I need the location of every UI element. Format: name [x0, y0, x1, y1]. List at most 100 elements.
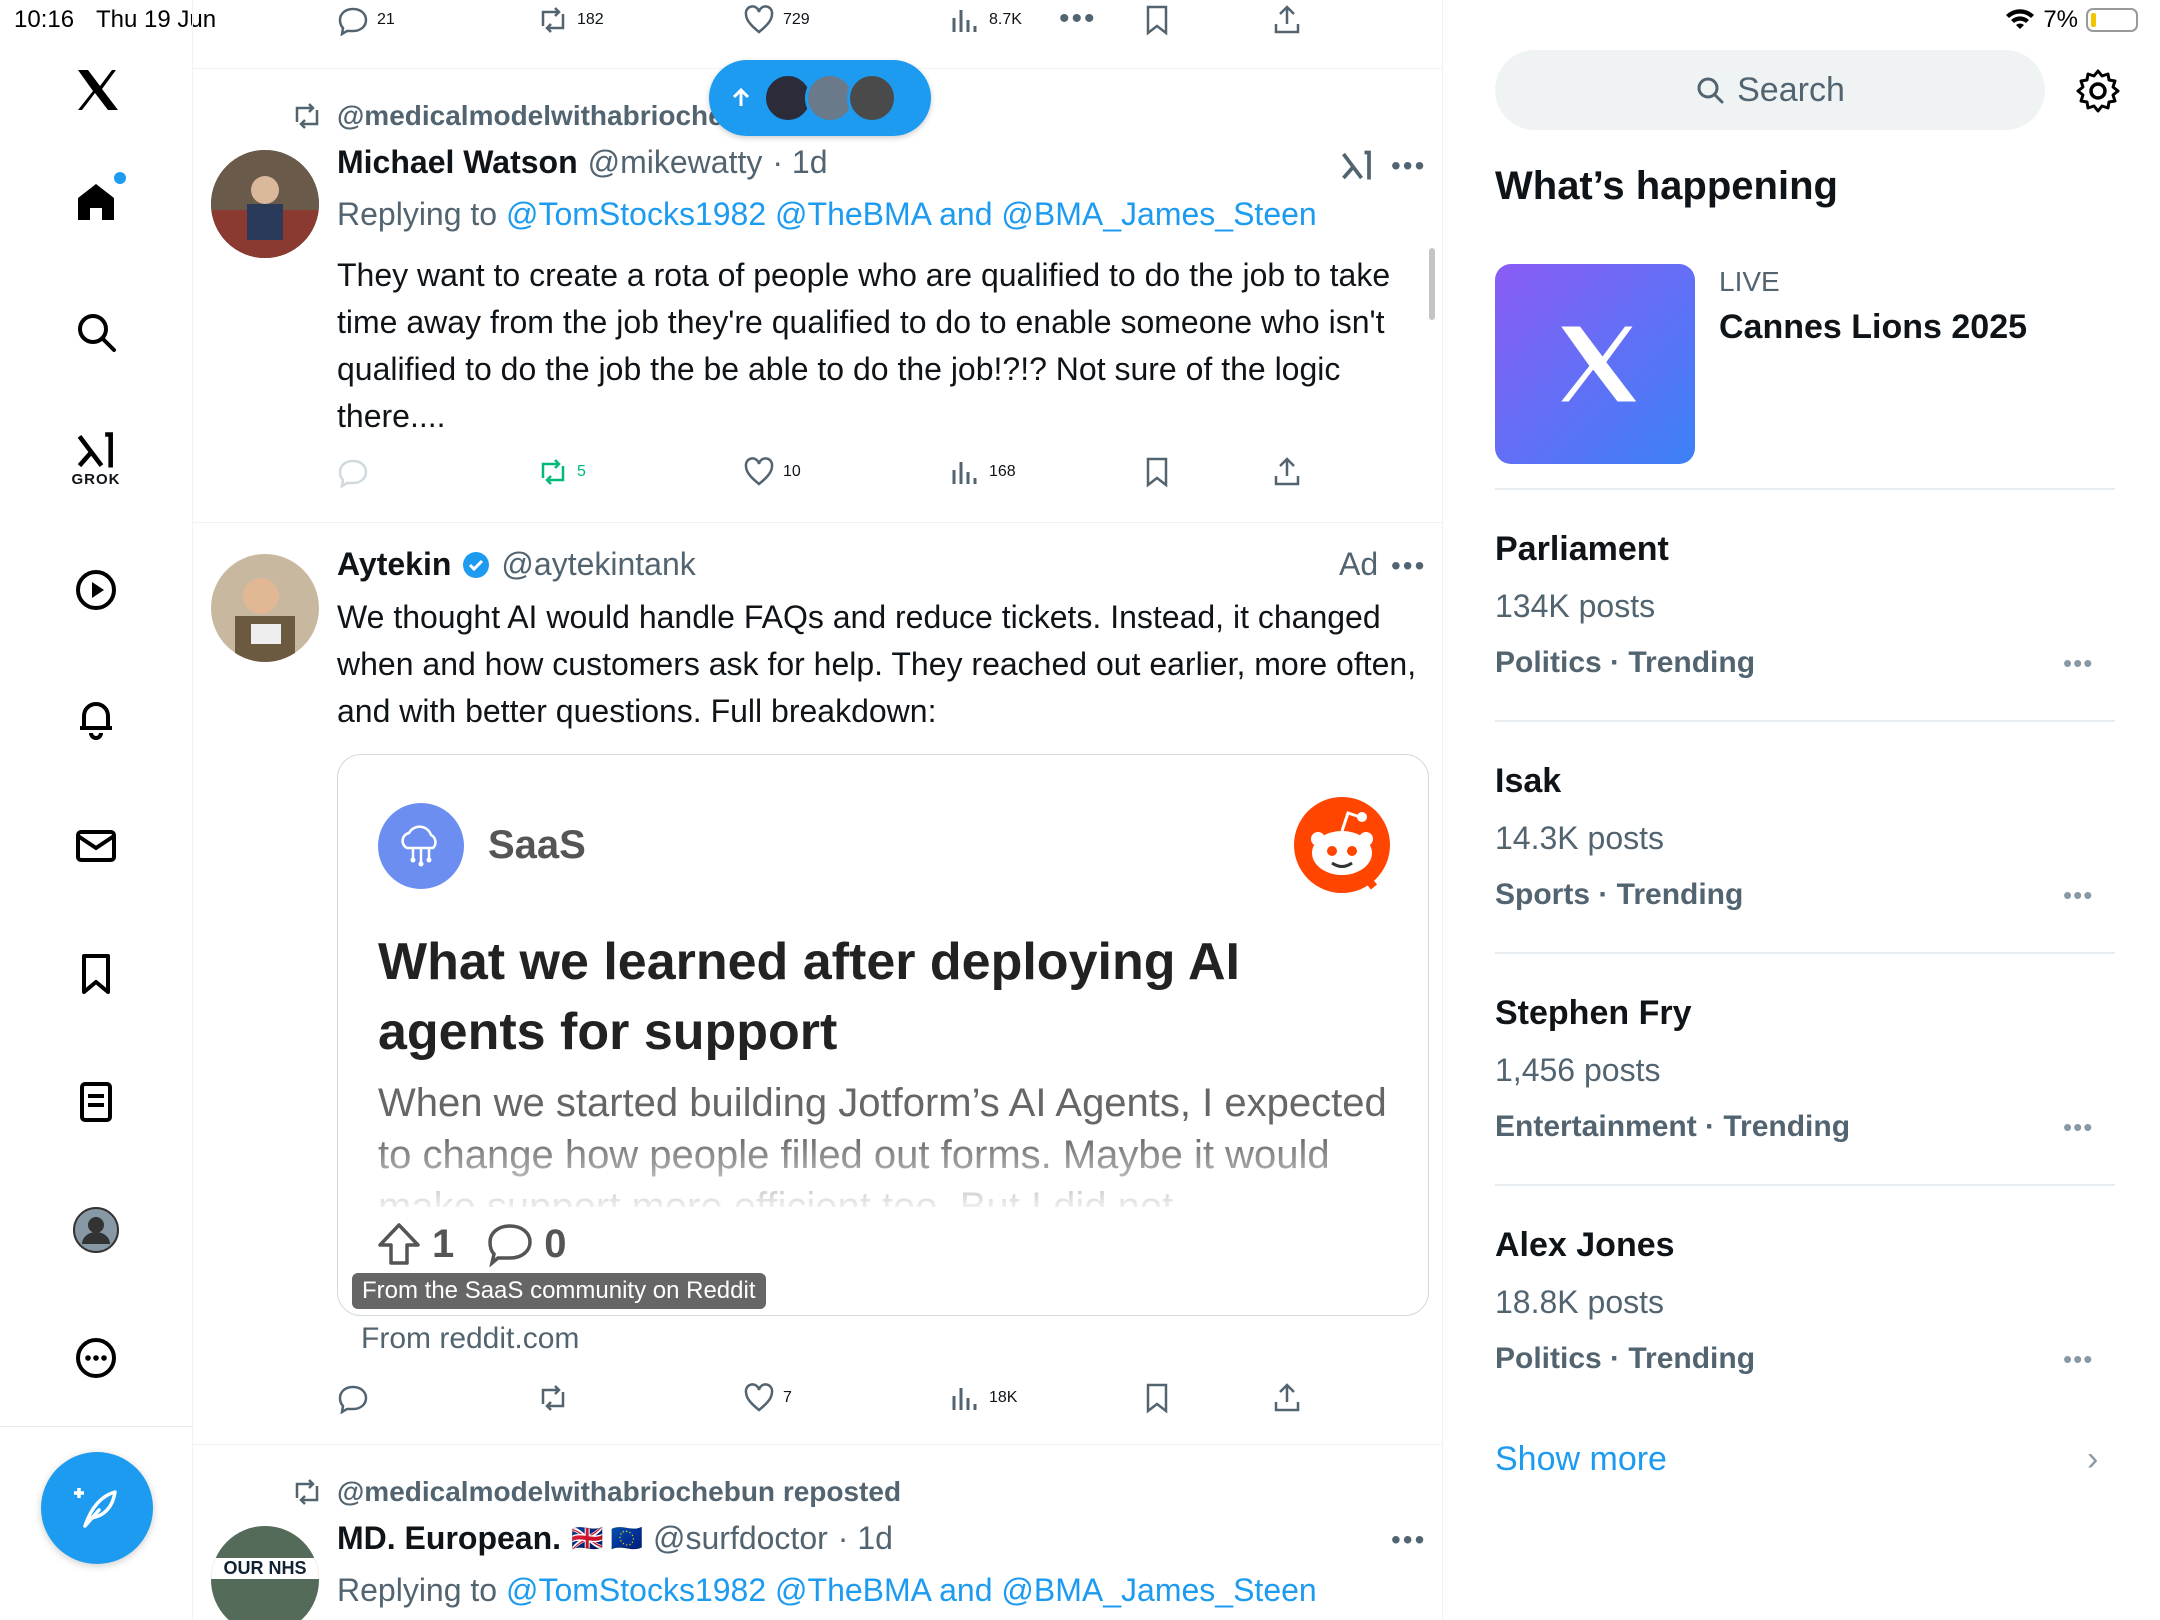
home-icon[interactable]	[52, 158, 140, 246]
heart-icon	[744, 5, 774, 34]
search-nav-icon[interactable]	[52, 288, 140, 376]
home-notification-dot	[114, 172, 126, 184]
trend-name: Alex Jones	[1495, 1226, 1675, 1264]
grok-nav-item[interactable]: GROK	[52, 414, 140, 502]
views-button[interactable]: 8.7K	[949, 4, 1022, 36]
view-count: 168	[989, 463, 1016, 480]
trend-more-icon[interactable]: •••	[2063, 880, 2093, 911]
upvote-count: 1	[432, 1221, 455, 1266]
divider	[193, 522, 1442, 523]
author-handle[interactable]: @mikewatty	[588, 144, 763, 181]
notifications-bell-icon[interactable]	[52, 674, 140, 762]
heart-icon	[744, 1383, 774, 1412]
reposted-by-text[interactable]: @medicalmodelwithabriochebun reposted	[337, 1476, 901, 1508]
author-name[interactable]: MD. European.	[337, 1520, 561, 1557]
chevron-right-icon[interactable]: ›	[2087, 1440, 2098, 1479]
compose-post-button[interactable]	[41, 1452, 153, 1564]
view-count: 8.7K	[989, 11, 1022, 28]
live-label: LIVE	[1719, 266, 1780, 297]
trend-name: Isak	[1495, 762, 1562, 800]
nav-divider	[0, 1426, 193, 1427]
trend-more-icon[interactable]: •••	[2063, 1344, 2093, 1375]
bookmark-icon	[1146, 457, 1168, 488]
new-posts-pill[interactable]	[709, 60, 931, 136]
tweet-time[interactable]: · 1d	[772, 144, 827, 181]
like-button[interactable]: 729	[743, 4, 810, 36]
views-button[interactable]: 168	[949, 456, 1016, 488]
trend-category: Politics · Trending	[1495, 646, 1756, 679]
whats-happening-heading: What’s happening	[1495, 164, 1838, 208]
bookmark-button[interactable]	[1141, 4, 1173, 36]
trend-more-icon[interactable]: •••	[2063, 1112, 2093, 1143]
repost-button[interactable]	[537, 1382, 569, 1414]
more-icon[interactable]: •••	[1391, 150, 1426, 182]
trend-category: Entertainment · Trending	[1495, 1110, 1851, 1143]
repost-button[interactable]: 5	[537, 456, 586, 488]
grok-more-icon[interactable]: •••	[1059, 2, 1097, 36]
bookmark-button[interactable]	[1141, 456, 1173, 488]
more-icon[interactable]: •••	[1391, 550, 1426, 582]
author-handle[interactable]: @surfdoctor	[653, 1520, 828, 1557]
more-options-icon[interactable]	[52, 1314, 140, 1402]
trend-more-icon[interactable]: •••	[2063, 648, 2093, 679]
grok-explain-icon[interactable]	[1339, 148, 1375, 184]
card-source[interactable]: From reddit.com	[361, 1322, 579, 1356]
x-logo-icon[interactable]	[52, 46, 140, 134]
author-handle[interactable]: @aytekintank	[501, 546, 695, 583]
avatar[interactable]	[211, 554, 319, 662]
reply-button[interactable]: 21	[337, 4, 395, 36]
repost-button[interactable]: 182	[537, 4, 604, 36]
verified-badge-icon	[463, 551, 490, 578]
live-event-image	[1495, 264, 1695, 464]
more-icon[interactable]: •••	[1391, 1524, 1426, 1556]
repost-icon	[541, 1385, 565, 1411]
share-button[interactable]	[1271, 4, 1303, 36]
repost-icon	[541, 459, 565, 485]
search-input[interactable]: Search	[1495, 50, 2045, 130]
card-fade	[338, 1135, 1428, 1215]
tweet-time[interactable]: · 1d	[838, 1520, 893, 1557]
bookmark-button[interactable]	[1141, 1382, 1173, 1414]
bookmark-icon	[1146, 1383, 1168, 1414]
author-flags: 🇬🇧 🇪🇺	[571, 1523, 643, 1553]
timeline-feed[interactable]: 21 182 729 8.7K ••• @medicalmodelwithabr…	[193, 0, 1443, 1620]
pill-avatar	[847, 73, 897, 123]
replying-to-handles[interactable]: @TomStocks1982 @TheBMA and @BMA_James_St…	[506, 196, 1317, 232]
repost-icon	[541, 7, 565, 33]
gear-icon[interactable]	[2075, 68, 2121, 114]
lists-icon[interactable]	[52, 1058, 140, 1146]
messages-mail-icon[interactable]	[52, 802, 140, 890]
live-title: Cannes Lions 2025	[1719, 308, 2028, 346]
views-button[interactable]: 18K	[949, 1382, 1017, 1414]
replying-to-prefix: Replying to	[337, 1572, 498, 1608]
avatar[interactable]	[211, 150, 319, 258]
replying-to: Replying to @TomStocks1982 @TheBMA and @…	[337, 196, 1317, 233]
divider	[1495, 720, 2115, 722]
like-button[interactable]: 7	[743, 1382, 792, 1414]
show-more-link[interactable]: Show more	[1495, 1440, 1667, 1479]
video-icon[interactable]	[52, 546, 140, 634]
repost-small-icon	[295, 103, 319, 129]
subreddit-name: SaaS	[488, 823, 586, 867]
share-icon	[1274, 1383, 1300, 1412]
profile-avatar-icon[interactable]	[52, 1186, 140, 1274]
author-name[interactable]: Michael Watson	[337, 144, 578, 181]
feed-scrollbar[interactable]	[1429, 248, 1435, 320]
right-sidebar: Search What’s happening LIVE Cannes Lion…	[1443, 0, 2160, 1620]
tweet-text: They want to create a rota of people who…	[337, 257, 1391, 434]
divider	[1495, 488, 2115, 490]
bookmarks-icon[interactable]	[52, 930, 140, 1018]
replying-to-handles[interactable]: @TomStocks1982 @TheBMA and @BMA_James_St…	[506, 1572, 1317, 1608]
link-preview-card[interactable]: SaaS What we learned after deploying AI …	[337, 754, 1429, 1316]
reply-button[interactable]	[337, 1382, 369, 1414]
share-button[interactable]	[1271, 1382, 1303, 1414]
grok-label: GROK	[71, 470, 121, 488]
ad-label: Ad	[1339, 546, 1379, 582]
share-button[interactable]	[1271, 456, 1303, 488]
avatar[interactable]: OUR NHS	[211, 1526, 319, 1620]
like-button[interactable]: 10	[743, 456, 801, 488]
trend-count: 134K posts	[1495, 588, 1656, 624]
avatar-sign-text: OUR NHS	[211, 1558, 319, 1579]
reply-button[interactable]	[337, 456, 369, 488]
author-name[interactable]: Aytekin	[337, 546, 451, 583]
